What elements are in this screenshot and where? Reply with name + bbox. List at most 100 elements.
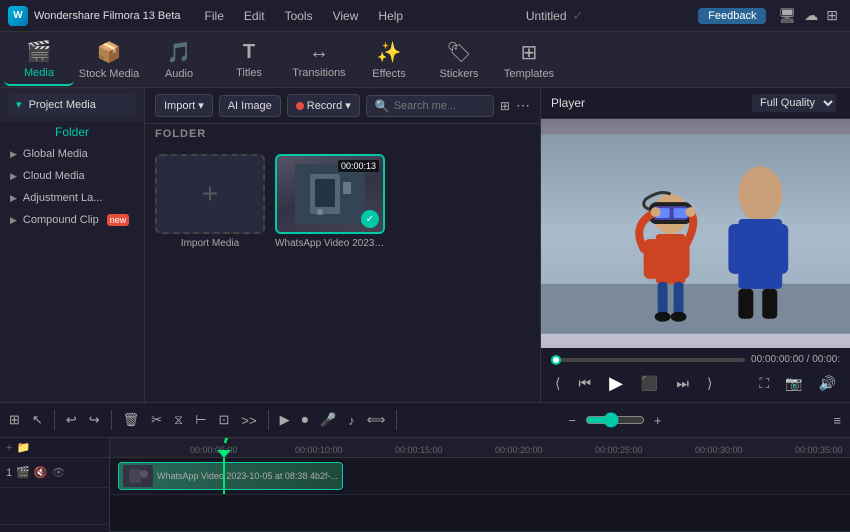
- clip-thumbnail: [123, 465, 153, 487]
- volume-button[interactable]: 🔊: [815, 373, 840, 394]
- record-button[interactable]: Record ▾: [287, 94, 360, 117]
- preview-svg: [541, 134, 850, 334]
- grid-icon[interactable]: ⊞: [826, 7, 838, 24]
- timeline-tool-crop[interactable]: ⊡: [214, 408, 235, 432]
- zoom-in-button[interactable]: +: [649, 409, 667, 432]
- time-display: 00:00:00:00 / 00:00:: [751, 354, 840, 365]
- timeline-tool-cut[interactable]: ✂: [146, 408, 167, 432]
- zoom-out-button[interactable]: −: [563, 409, 581, 432]
- timeline-tool-undo[interactable]: ↩: [61, 408, 82, 432]
- timeline-toolbar: ⊞ ↖ ↩ ↪ 🗑 ✂ ⧖ ⊢ ⊡ >> ▶ ⏺ 🎤 ♪ ⟺ − + ≡: [0, 402, 850, 438]
- timeline-tool-voiceover[interactable]: 🎤: [315, 408, 341, 432]
- list-item[interactable]: + Import Media: [155, 154, 265, 249]
- app-icon: W: [8, 6, 28, 26]
- import-button[interactable]: Import ▾: [155, 94, 213, 117]
- playback-controls: ⟨ ⏮ ▶ ⬛ ⏭ ⟩ ⛶ 📷 🔊: [551, 371, 840, 396]
- sidebar-item-cloud-media[interactable]: ▶ Cloud Media: [0, 165, 144, 187]
- timeline-tool-snap[interactable]: ⊞: [4, 408, 25, 432]
- play-button[interactable]: ▶: [605, 371, 627, 396]
- tool-stickers[interactable]: 🏷 Stickers: [424, 34, 494, 86]
- video-thumb[interactable]: 00:00:13 ✓: [275, 154, 385, 234]
- list-item[interactable]: 00:00:13 ✓ WhatsApp Video 2023-10-05...: [275, 154, 385, 249]
- tool-media-label: Media: [24, 67, 54, 79]
- tool-effects-label: Effects: [372, 68, 405, 80]
- timeline-tool-redo[interactable]: ↪: [84, 408, 105, 432]
- prev-frame-button[interactable]: ⏮: [574, 373, 595, 394]
- timeline-tool-audio[interactable]: ♪: [343, 409, 360, 432]
- track-video-icon[interactable]: 🎬: [16, 466, 30, 479]
- timeline-clip[interactable]: WhatsApp Video 2023-10-05 at 08:38 4b2f-…: [118, 462, 343, 490]
- in-point-button[interactable]: ⟨: [551, 373, 564, 394]
- timeline-tool-record[interactable]: ⏺: [297, 408, 314, 432]
- feedback-button[interactable]: Feedback: [698, 8, 766, 24]
- tool-titles-label: Titles: [236, 67, 262, 79]
- menu-file[interactable]: File: [197, 7, 232, 25]
- add-track-button[interactable]: +: [6, 442, 12, 454]
- timeline-tool-split[interactable]: ⊢: [190, 408, 211, 432]
- menu-edit[interactable]: Edit: [236, 7, 273, 25]
- timeline-tool-select[interactable]: ↖: [27, 408, 48, 432]
- content-area: Import ▾ AI Image Record ▾ 🔍 ⊞ ⋯ FOLDER: [145, 88, 540, 402]
- quality-select[interactable]: Full Quality 1/2 Quality 1/4 Quality: [752, 94, 836, 112]
- track-eye-icon[interactable]: 👁: [52, 466, 66, 479]
- divider: [54, 410, 55, 430]
- track-label-row: 1 🎬 🔇 👁: [0, 458, 109, 488]
- monitor-icon[interactable]: 🖥: [778, 7, 796, 24]
- audio-icon: 🎵: [167, 40, 192, 65]
- sidebar-item-global-media[interactable]: ▶ Global Media: [0, 143, 144, 165]
- stop-button[interactable]: ⬛: [637, 373, 662, 394]
- timeline-options-button[interactable]: ≡: [828, 409, 846, 432]
- time-mark-label: 00:00:25:00: [595, 445, 643, 455]
- sidebar: ▾ Project Media Folder ▶ Global Media ▶ …: [0, 88, 145, 402]
- tool-templates[interactable]: ⊞ Templates: [494, 34, 564, 86]
- dropdown-arrow-icon: ▾: [198, 99, 204, 112]
- tool-templates-label: Templates: [504, 68, 554, 80]
- out-point-button[interactable]: ⟩: [703, 373, 716, 394]
- track-icons: 🎬 🔇 👁: [16, 466, 65, 479]
- next-frame-button[interactable]: ⏭: [672, 373, 693, 394]
- tool-audio[interactable]: 🎵 Audio: [144, 34, 214, 86]
- window-icons: 🖥 ☁ ⊞: [778, 7, 838, 24]
- camera-button[interactable]: 📷: [781, 373, 806, 394]
- search-input[interactable]: [394, 100, 485, 112]
- tool-effects[interactable]: ✨ Effects: [354, 34, 424, 86]
- time-seekbar[interactable]: [551, 358, 745, 362]
- menu-help[interactable]: Help: [370, 7, 411, 25]
- project-media-button[interactable]: ▾ Project Media: [8, 94, 136, 115]
- timeline-tool-trim[interactable]: ⧖: [169, 408, 188, 432]
- playhead[interactable]: [223, 458, 225, 494]
- more-options-icon[interactable]: ⋯: [516, 97, 530, 114]
- sidebar-item-adjustment[interactable]: ▶ Adjustment La...: [0, 187, 144, 209]
- video-label: WhatsApp Video 2023-10-05...: [275, 238, 385, 249]
- stock-media-icon: 📦: [97, 40, 122, 65]
- filter-icon[interactable]: ⊞: [500, 99, 510, 113]
- time-bar-row: 00:00:00:00 / 00:00:: [551, 354, 840, 365]
- menu-tools[interactable]: Tools: [277, 7, 321, 25]
- ai-image-button[interactable]: AI Image: [219, 95, 281, 117]
- tool-audio-label: Audio: [165, 68, 193, 80]
- timeline-tool-transition[interactable]: ⟺: [362, 408, 391, 432]
- tool-media[interactable]: 🎬 Media: [4, 34, 74, 86]
- selected-check-icon: ✓: [361, 210, 379, 228]
- record-dot-icon: [296, 102, 304, 110]
- tool-transitions[interactable]: ↔ Transitions: [284, 34, 354, 86]
- cloud-icon[interactable]: ☁: [804, 7, 818, 24]
- fullscreen-button[interactable]: ⛶: [755, 373, 773, 394]
- track-mute-icon[interactable]: 🔇: [34, 466, 48, 479]
- timeline-tool-delete[interactable]: 🗑: [118, 408, 145, 432]
- timeline-tool-play[interactable]: ▶: [275, 408, 295, 432]
- tool-titles[interactable]: T Titles: [214, 34, 284, 86]
- sidebar-item-compound-clip[interactable]: ▶ Compound Clip new: [0, 209, 144, 231]
- folder-button[interactable]: 📁: [16, 441, 30, 454]
- chevron-icon: ▶: [10, 171, 17, 182]
- zoom-slider[interactable]: [585, 412, 645, 428]
- divider: [396, 410, 397, 430]
- video-preview-svg: [295, 164, 365, 224]
- tool-transitions-label: Transitions: [292, 67, 345, 79]
- preview-panel: Player Full Quality 1/2 Quality 1/4 Qual…: [540, 88, 850, 402]
- timeline-tool-more[interactable]: >>: [236, 409, 261, 432]
- import-thumb[interactable]: +: [155, 154, 265, 234]
- preview-controls: 00:00:00:00 / 00:00: ⟨ ⏮ ▶ ⬛ ⏭ ⟩ ⛶ 📷 🔊: [541, 348, 850, 402]
- tool-stock-media[interactable]: 📦 Stock Media: [74, 34, 144, 86]
- menu-view[interactable]: View: [325, 7, 367, 25]
